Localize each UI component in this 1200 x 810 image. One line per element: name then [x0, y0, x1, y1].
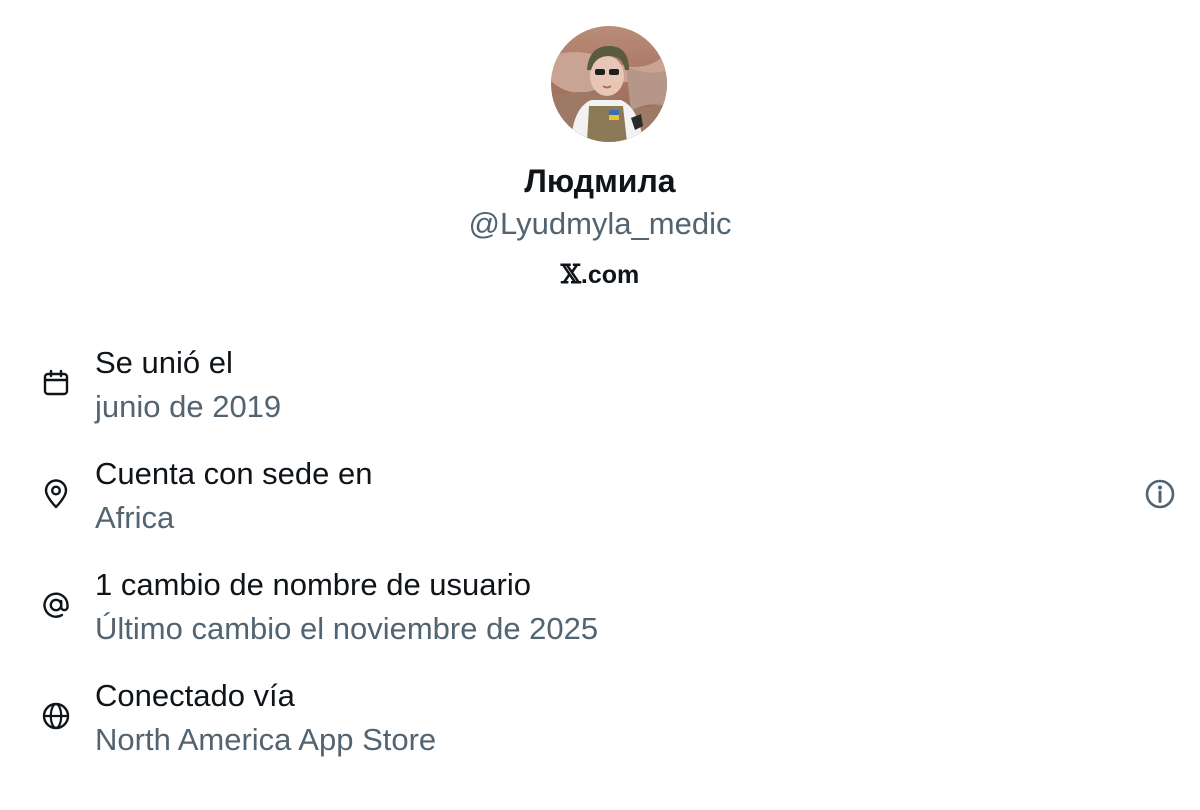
- username-changes-value: Último cambio el noviembre de 2025: [95, 611, 599, 646]
- connected-via-row: Conectado vía North America App Store: [0, 676, 1200, 772]
- connected-via-title: Conectado vía: [95, 678, 295, 713]
- calendar-icon: [43, 369, 69, 396]
- username-handle: @Lyudmyla_medic: [468, 206, 732, 241]
- globe-icon: [42, 702, 70, 730]
- avatar[interactable]: [551, 26, 667, 142]
- connected-via-value: North America App Store: [95, 722, 437, 757]
- joined-row: Se unió el junio de 2019: [0, 343, 1200, 439]
- location-value: Africa: [95, 500, 175, 535]
- info-icon[interactable]: [1143, 477, 1177, 511]
- joined-title: Se unió el: [95, 345, 233, 380]
- location-pin-icon: [44, 479, 68, 509]
- website-label: 𝕏.com: [0, 258, 1200, 292]
- website-suffix: .com: [580, 261, 640, 289]
- avatar-photo: [551, 26, 667, 142]
- joined-value: junio de 2019: [95, 389, 282, 424]
- location-row: Cuenta con sede en Africa: [0, 454, 1200, 550]
- x-logo-icon: 𝕏: [560, 260, 581, 290]
- display-name: Людмила: [524, 163, 676, 199]
- location-title: Cuenta con sede en: [95, 456, 373, 491]
- username-changes-title: 1 cambio de nombre de usuario: [95, 567, 531, 602]
- username-changes-row: 1 cambio de nombre de usuario Último cam…: [0, 565, 1200, 661]
- at-sign-icon: [43, 592, 69, 618]
